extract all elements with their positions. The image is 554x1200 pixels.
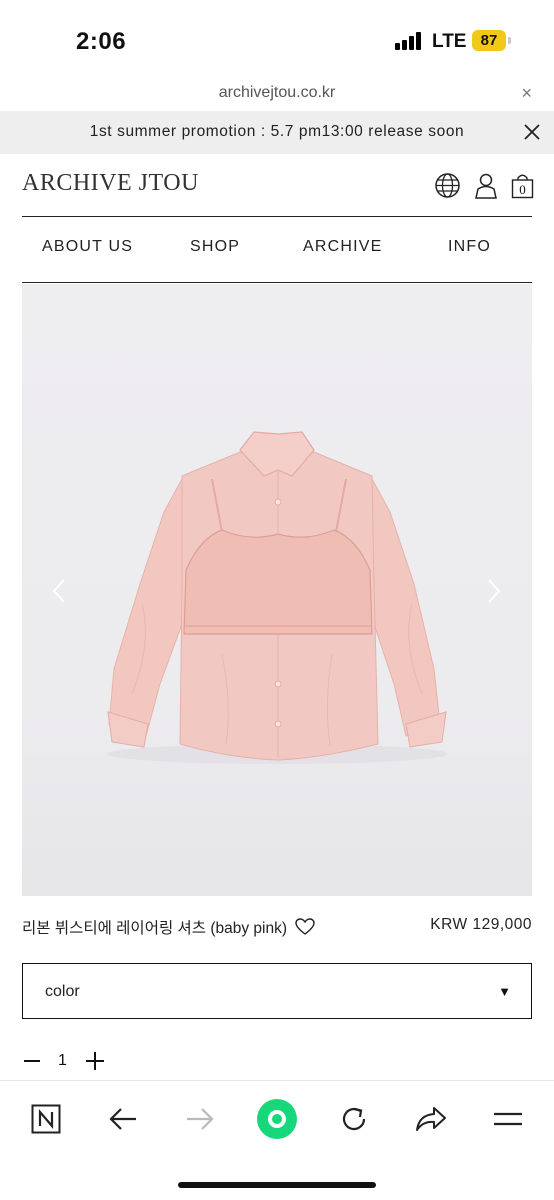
nav-archive[interactable]: ARCHIVE <box>303 238 383 256</box>
menu-button[interactable] <box>486 1099 530 1139</box>
cart-icon[interactable]: 0 <box>511 172 534 199</box>
next-image-arrow-icon[interactable] <box>485 578 503 604</box>
promo-banner: 1st summer promotion : 5.7 pm13:00 relea… <box>0 111 554 154</box>
back-button[interactable] <box>101 1099 145 1139</box>
green-dot-button[interactable] <box>255 1099 299 1139</box>
status-bar: 2:06 LTE 87 <box>0 0 554 80</box>
naver-button[interactable] <box>24 1099 68 1139</box>
main-nav: ABOUT US SHOP ARCHIVE INFO <box>22 238 532 262</box>
promo-close-icon[interactable] <box>522 122 542 142</box>
battery-tip <box>508 37 511 44</box>
globe-icon[interactable] <box>434 172 461 199</box>
promo-text: 1st summer promotion : 5.7 pm13:00 relea… <box>89 123 465 140</box>
naver-icon <box>31 1104 61 1134</box>
cart-count: 0 <box>519 182 526 197</box>
user-icon[interactable] <box>474 172 498 199</box>
forward-button[interactable] <box>178 1099 222 1139</box>
quantity-stepper: 1 <box>22 1048 122 1074</box>
product-title: 리본 뷔스티에 레이어링 셔츠 (baby pink) <box>22 920 288 937</box>
product-image[interactable] <box>22 284 532 896</box>
green-dot-icon <box>257 1099 297 1139</box>
share-icon <box>416 1107 446 1131</box>
prev-image-arrow-icon[interactable] <box>50 578 68 604</box>
share-button[interactable] <box>409 1099 453 1139</box>
nav-shop[interactable]: SHOP <box>190 238 240 256</box>
url-bar[interactable]: archivejtou.co.kr × <box>0 80 554 110</box>
nav-about-us[interactable]: ABOUT US <box>42 238 133 256</box>
reload-icon <box>342 1107 366 1131</box>
menu-icon <box>494 1112 522 1126</box>
color-select[interactable]: color ▼ <box>22 963 532 1019</box>
plus-icon[interactable] <box>86 1052 104 1070</box>
minus-icon[interactable] <box>24 1060 40 1062</box>
product-photo <box>107 431 447 764</box>
product-name: 리본 뷔스티에 레이어링 셔츠 (baby pink) <box>22 916 316 938</box>
url-close-icon[interactable]: × <box>521 83 532 104</box>
product-price: KRW 129,000 <box>430 916 532 933</box>
home-indicator <box>178 1182 376 1188</box>
forward-arrow-icon <box>187 1108 214 1130</box>
status-time: 2:06 <box>76 28 127 55</box>
battery-icon: 87 <box>472 30 506 51</box>
quantity-value[interactable]: 1 <box>58 1052 67 1070</box>
network-label: LTE <box>432 31 467 52</box>
site-logo[interactable]: ARCHIVE JTOU <box>22 170 199 197</box>
url-text[interactable]: archivejtou.co.kr <box>0 84 554 102</box>
back-arrow-icon <box>109 1108 136 1130</box>
signal-icon <box>395 32 423 50</box>
reload-button[interactable] <box>332 1099 376 1139</box>
color-select-label: color <box>45 983 80 1000</box>
nav-divider <box>22 282 532 283</box>
header-divider <box>22 216 532 217</box>
chevron-down-icon: ▼ <box>498 984 511 999</box>
heart-icon[interactable] <box>295 918 316 936</box>
nav-info[interactable]: INFO <box>448 238 491 256</box>
